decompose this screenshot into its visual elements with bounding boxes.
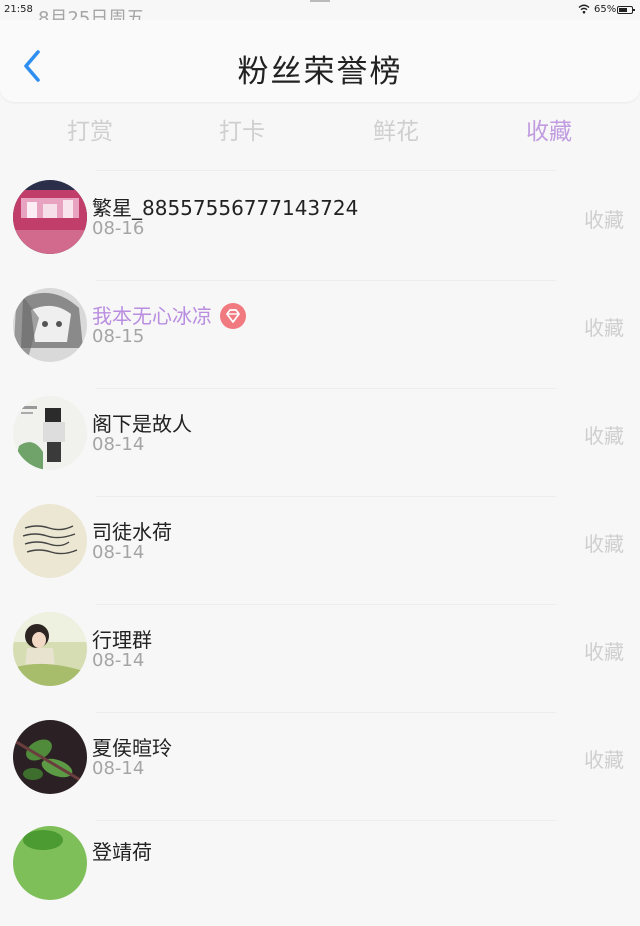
page-title: 粉丝荣誉榜 — [237, 54, 403, 90]
date-label: 08-14 — [92, 650, 145, 671]
tab-bar: 打赏 打卡 鲜花 收藏 — [0, 102, 640, 148]
battery-icon — [617, 6, 635, 14]
list-item[interactable]: 夏侯暄玲 08-14 收藏 — [0, 710, 640, 818]
row-divider — [96, 604, 556, 605]
avatar[interactable] — [13, 826, 87, 900]
date-label: 08-14 — [92, 542, 145, 563]
favorite-label: 收藏 — [584, 316, 624, 340]
user-name[interactable]: 登靖荷 — [92, 836, 152, 865]
list-item[interactable]: 行理群 08-14 收藏 — [0, 602, 640, 710]
list-item[interactable]: 登靖荷 — [0, 818, 640, 926]
avatar[interactable] — [13, 612, 87, 686]
favorite-label: 收藏 — [584, 208, 624, 232]
favorite-label: 收藏 — [584, 640, 624, 664]
user-name[interactable]: 夏侯暄玲 — [92, 732, 172, 761]
row-divider — [96, 170, 556, 171]
user-name[interactable]: 繁星_88557556777143724 — [92, 192, 358, 221]
user-name-text: 我本无心冰凉 — [92, 304, 212, 328]
tab-favorites[interactable]: 收藏 — [489, 112, 609, 146]
date-label: 08-16 — [92, 218, 145, 239]
list-item[interactable]: 阁下是故人 08-14 收藏 — [0, 386, 640, 494]
tab-flowers[interactable]: 鲜花 — [336, 112, 456, 146]
row-divider — [96, 388, 556, 389]
list-item[interactable]: 繁星_88557556777143724 08-16 收藏 — [0, 170, 640, 278]
vip-badge-icon — [220, 302, 246, 329]
tab-tips[interactable]: 打赏 — [30, 112, 150, 146]
row-divider — [96, 280, 556, 281]
user-name[interactable]: 阁下是故人 — [92, 408, 192, 437]
header: 粉丝荣誉榜 — [0, 20, 640, 102]
avatar[interactable] — [13, 180, 87, 254]
avatar[interactable] — [13, 720, 87, 794]
status-bar: 21:58 8月25日周五 65% — [0, 0, 640, 29]
avatar[interactable] — [13, 288, 87, 362]
row-divider — [96, 820, 556, 821]
avatar[interactable] — [13, 504, 87, 578]
favorite-label: 收藏 — [584, 424, 624, 448]
wifi-icon — [578, 4, 590, 14]
avatar[interactable] — [13, 396, 87, 470]
date-label: 08-14 — [92, 758, 145, 779]
tab-checkin[interactable]: 打卡 — [182, 112, 302, 146]
battery-percent: 65% — [594, 4, 617, 15]
user-name[interactable]: 司徒水荷 — [92, 516, 172, 545]
favorite-label: 收藏 — [584, 532, 624, 556]
date-label: 08-14 — [92, 434, 145, 455]
status-time: 21:58 — [4, 4, 33, 15]
row-divider — [96, 496, 556, 497]
list-item[interactable]: 我本无心冰凉 08-15 收藏 — [0, 278, 640, 386]
row-divider — [96, 712, 556, 713]
date-label: 08-15 — [92, 326, 145, 347]
user-name[interactable]: 行理群 — [92, 624, 152, 653]
favorite-label: 收藏 — [584, 748, 624, 772]
home-indicator — [310, 0, 330, 2]
list-item[interactable]: 司徒水荷 08-14 收藏 — [0, 494, 640, 602]
